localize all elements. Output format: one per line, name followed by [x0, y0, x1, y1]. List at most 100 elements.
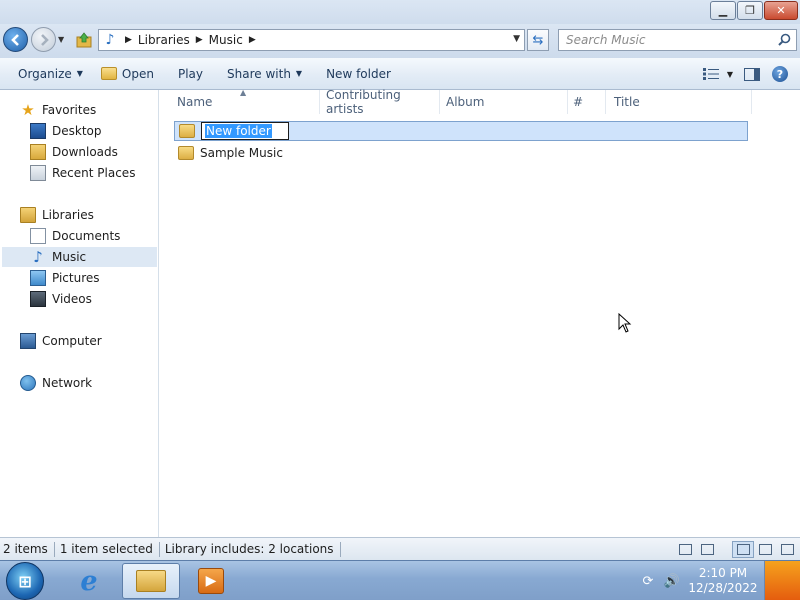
nav-music-label: Music [52, 250, 87, 264]
sync-icon[interactable]: ⟳ [639, 574, 657, 589]
column-title[interactable]: Title [606, 90, 752, 114]
search-box[interactable] [558, 29, 797, 51]
back-button[interactable] [3, 27, 28, 52]
play-label: Play [177, 66, 204, 81]
desktop-icon [30, 123, 46, 139]
clock[interactable]: 2:10 PM 12/28/2022 [688, 566, 758, 596]
list-item-sample-music[interactable]: Sample Music [174, 143, 748, 163]
forward-button[interactable] [31, 27, 56, 52]
nav-videos[interactable]: Videos [30, 289, 92, 309]
share-with-button[interactable]: Share with ▼ [218, 61, 311, 87]
start-button[interactable]: ⊞ [6, 562, 44, 600]
system-tray: ⟳ 🔊 2:10 PM 12/28/2022 [636, 561, 800, 600]
column-number-label: # [573, 95, 584, 109]
nav-recent-places[interactable]: Recent Places [30, 163, 135, 183]
column-name[interactable]: ▲ Name [160, 88, 320, 114]
nav-desktop[interactable]: Desktop [30, 121, 102, 141]
computer-icon [20, 333, 36, 349]
media-player-icon: ▶ [198, 568, 224, 594]
volume-icon[interactable]: 🔊 [663, 574, 681, 589]
details-pane-icon [780, 544, 794, 555]
nav-libraries-label: Libraries [42, 208, 94, 222]
share-with-label: Share with [227, 66, 291, 81]
preview-pane-icon [758, 544, 772, 555]
show-desktop-button[interactable] [764, 561, 800, 600]
nav-favorites[interactable]: ★ Favorites [20, 100, 96, 120]
command-bar: Organize ▼ Open Play Share with ▼ New fo… [0, 58, 800, 90]
nav-documents[interactable]: Documents [30, 226, 120, 246]
restore-button[interactable]: ❐ [737, 1, 763, 20]
folder-icon [178, 146, 194, 160]
open-button[interactable]: Open [92, 61, 163, 87]
search-icon[interactable] [778, 33, 791, 49]
column-album[interactable]: Album [440, 90, 568, 114]
details-view-button[interactable] [674, 541, 696, 558]
nav-pictures-label: Pictures [52, 271, 100, 285]
chevron-down-icon: ▼ [76, 69, 83, 78]
help-button[interactable]: ? [766, 61, 794, 87]
layout-details-pane-button[interactable] [776, 541, 798, 558]
column-number[interactable]: # [568, 90, 606, 114]
large-icons-view-button[interactable] [696, 541, 718, 558]
breadcrumb-music[interactable]: Music [209, 33, 243, 47]
refresh-button[interactable]: ⇆ [527, 29, 549, 51]
videos-icon [30, 291, 46, 307]
column-album-label: Album [446, 95, 485, 109]
play-button[interactable]: Play [169, 61, 212, 87]
list-item-new-folder[interactable]: New folder [174, 121, 748, 141]
music-note-icon: ♪ [33, 248, 43, 266]
new-folder-button[interactable]: New folder [317, 61, 400, 87]
change-view-button[interactable]: ▼ [698, 61, 738, 87]
close-button[interactable]: ✕ [764, 1, 798, 20]
internet-explorer-icon: e [80, 565, 98, 597]
address-bar[interactable]: ♪ ▶ Libraries ▶ Music ▶ ▼ [98, 29, 525, 51]
recent-pages-dropdown[interactable]: ▼ [58, 35, 66, 44]
windows-logo-icon: ⊞ [18, 571, 32, 591]
preview-pane-button[interactable] [738, 61, 766, 87]
nav-network[interactable]: Network [20, 373, 92, 393]
preview-pane-icon [744, 67, 760, 81]
forward-arrow-icon [40, 33, 49, 46]
file-name: Sample Music [200, 146, 283, 160]
documents-icon [30, 228, 46, 244]
file-list: ▲ Name Contributing artists Album # Titl… [160, 88, 800, 537]
nav-libraries[interactable]: Libraries [20, 205, 94, 225]
breadcrumb-separator[interactable]: ▶ [249, 35, 256, 45]
layout-preview-pane-button[interactable] [754, 541, 776, 558]
column-contributing-artists[interactable]: Contributing artists [320, 88, 440, 116]
taskbar-media-player[interactable]: ▶ [182, 563, 240, 599]
nav-pictures[interactable]: Pictures [30, 268, 100, 288]
taskbar-internet-explorer[interactable]: e [60, 563, 118, 599]
nav-computer[interactable]: Computer [20, 331, 102, 351]
rename-input[interactable]: New folder [201, 122, 289, 140]
nav-downloads[interactable]: Downloads [30, 142, 118, 162]
organize-button[interactable]: Organize ▼ [9, 61, 92, 87]
address-dropdown-icon[interactable]: ▼ [513, 34, 520, 44]
window-controls: ▁ ❐ ✕ [709, 1, 798, 20]
nav-recent-places-label: Recent Places [52, 166, 136, 180]
windows-explorer-icon [136, 570, 166, 592]
music-library-icon: ♪ [105, 32, 115, 48]
status-bar: 2 items 1 item selected Library includes… [0, 537, 800, 560]
star-icon: ★ [21, 101, 35, 119]
nav-music[interactable]: ♪ Music [2, 247, 157, 267]
layout-single-pane-button[interactable] [732, 541, 754, 558]
downloads-folder-icon [30, 144, 46, 160]
organize-label: Organize [18, 66, 72, 81]
clock-time: 2:10 PM [698, 566, 748, 580]
column-title-label: Title [614, 95, 640, 109]
breadcrumb-libraries[interactable]: Libraries [138, 33, 190, 47]
breadcrumb-separator[interactable]: ▶ [125, 35, 132, 45]
status-selected-text: 1 item selected [59, 542, 153, 556]
up-folder-icon[interactable] [76, 32, 92, 48]
status-library: Library includes: 2 locations [160, 541, 341, 557]
recent-places-icon [30, 165, 46, 181]
nav-documents-label: Documents [52, 229, 121, 243]
breadcrumb-separator[interactable]: ▶ [196, 35, 203, 45]
command-bar-right: ▼ ? [698, 61, 794, 87]
taskbar-windows-explorer[interactable] [122, 563, 180, 599]
minimize-button[interactable]: ▁ [710, 1, 736, 20]
search-input[interactable] [566, 33, 766, 47]
chevron-down-icon[interactable]: ▼ [727, 70, 733, 79]
nav-network-label: Network [42, 376, 93, 390]
